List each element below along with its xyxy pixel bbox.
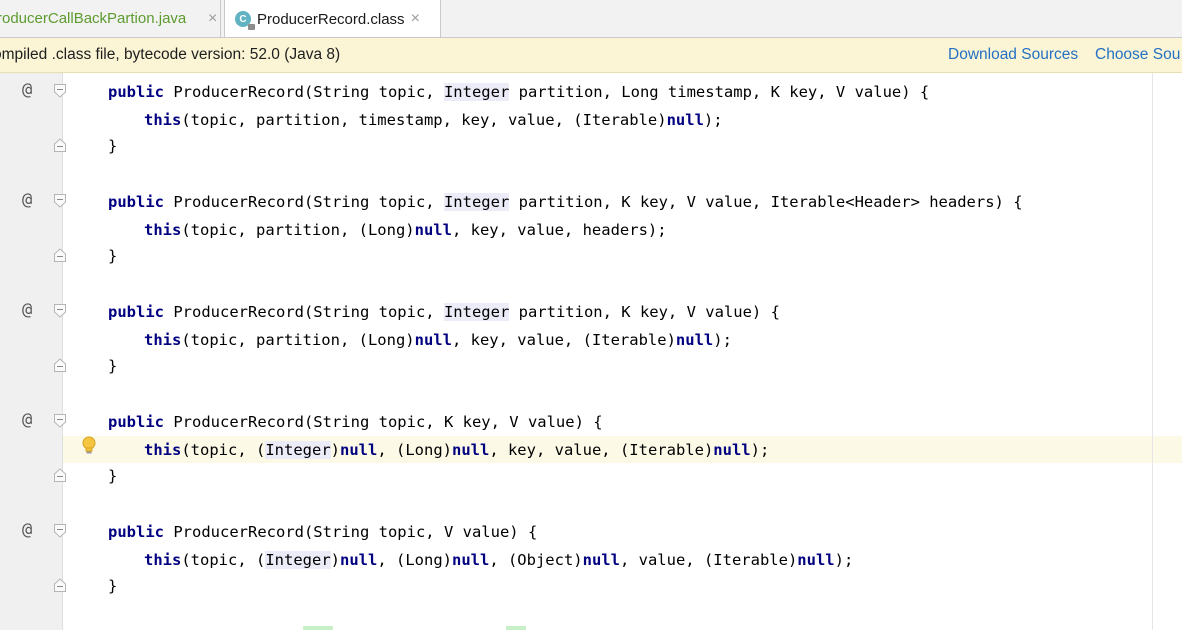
choose-sources-link[interactable]: Choose Sou [1095, 46, 1180, 64]
code-line[interactable]: this(topic, partition, (Long)null, key, … [144, 220, 667, 240]
intention-bulb-icon[interactable] [81, 436, 97, 456]
code-line[interactable]: } [108, 136, 117, 156]
class-file-icon: C [235, 11, 255, 30]
change-marker [506, 626, 526, 630]
code-line[interactable]: public ProducerRecord(String topic, Inte… [108, 82, 929, 102]
tab-label: roducerCallBackPartion.java [0, 10, 187, 27]
code-line[interactable]: public ProducerRecord(String topic, Inte… [108, 192, 1023, 212]
fold-icon[interactable] [54, 304, 66, 318]
code-line[interactable]: } [108, 356, 117, 376]
fold-end-icon[interactable] [54, 468, 66, 482]
tab-producer-record[interactable]: C ProducerRecord.class × [224, 0, 441, 37]
editor-tab-bar: roducerCallBackPartion.java × C Producer… [0, 0, 1182, 38]
override-marker-icon[interactable]: @ [22, 410, 32, 430]
decompiled-notification-banner: ompiled .class file, bytecode version: 5… [0, 38, 1182, 73]
fold-icon[interactable] [54, 414, 66, 428]
override-marker-icon[interactable]: @ [22, 520, 32, 540]
code-line[interactable]: this(topic, (Integer)null, (Long)null, (… [144, 550, 853, 570]
fold-icon[interactable] [54, 524, 66, 538]
override-marker-icon[interactable]: @ [22, 190, 32, 210]
code-line-current[interactable]: this(topic, (Integer)null, (Long)null, k… [144, 440, 769, 460]
code-line[interactable]: } [108, 576, 117, 596]
tab-label: ProducerRecord.class [257, 10, 405, 28]
banner-message: ompiled .class file, bytecode version: 5… [0, 46, 341, 63]
fold-icon[interactable] [54, 84, 66, 98]
tab-producer-callback-partion[interactable]: roducerCallBackPartion.java × [0, 0, 221, 37]
code-line[interactable]: } [108, 246, 117, 266]
fold-end-icon[interactable] [54, 358, 66, 372]
right-margin-guide [1152, 73, 1153, 630]
override-marker-icon[interactable]: @ [22, 300, 32, 320]
change-marker [303, 626, 333, 630]
code-line[interactable]: public ProducerRecord(String topic, K ke… [108, 412, 603, 432]
close-icon[interactable]: × [208, 10, 217, 28]
close-icon[interactable]: × [411, 10, 420, 28]
code-line[interactable]: this(topic, partition, timestamp, key, v… [144, 110, 723, 130]
fold-end-icon[interactable] [54, 578, 66, 592]
usage-highlight: Integer [265, 441, 331, 459]
download-sources-link[interactable]: Download Sources [948, 46, 1078, 64]
usage-highlight: Integer [443, 303, 510, 321]
code-line[interactable]: public ProducerRecord(String topic, V va… [108, 522, 537, 542]
code-line[interactable]: } [108, 466, 117, 486]
usage-highlight: Integer [265, 551, 331, 569]
editor-gutter [0, 73, 63, 630]
fold-end-icon[interactable] [54, 138, 66, 152]
code-line[interactable]: this(topic, partition, (Long)null, key, … [144, 330, 732, 350]
code-line[interactable]: public ProducerRecord(String topic, Inte… [108, 302, 780, 322]
override-marker-icon[interactable]: @ [22, 80, 32, 100]
fold-icon[interactable] [54, 194, 66, 208]
fold-end-icon[interactable] [54, 248, 66, 262]
usage-highlight: Integer [443, 83, 510, 101]
usage-highlight: Integer [443, 193, 510, 211]
